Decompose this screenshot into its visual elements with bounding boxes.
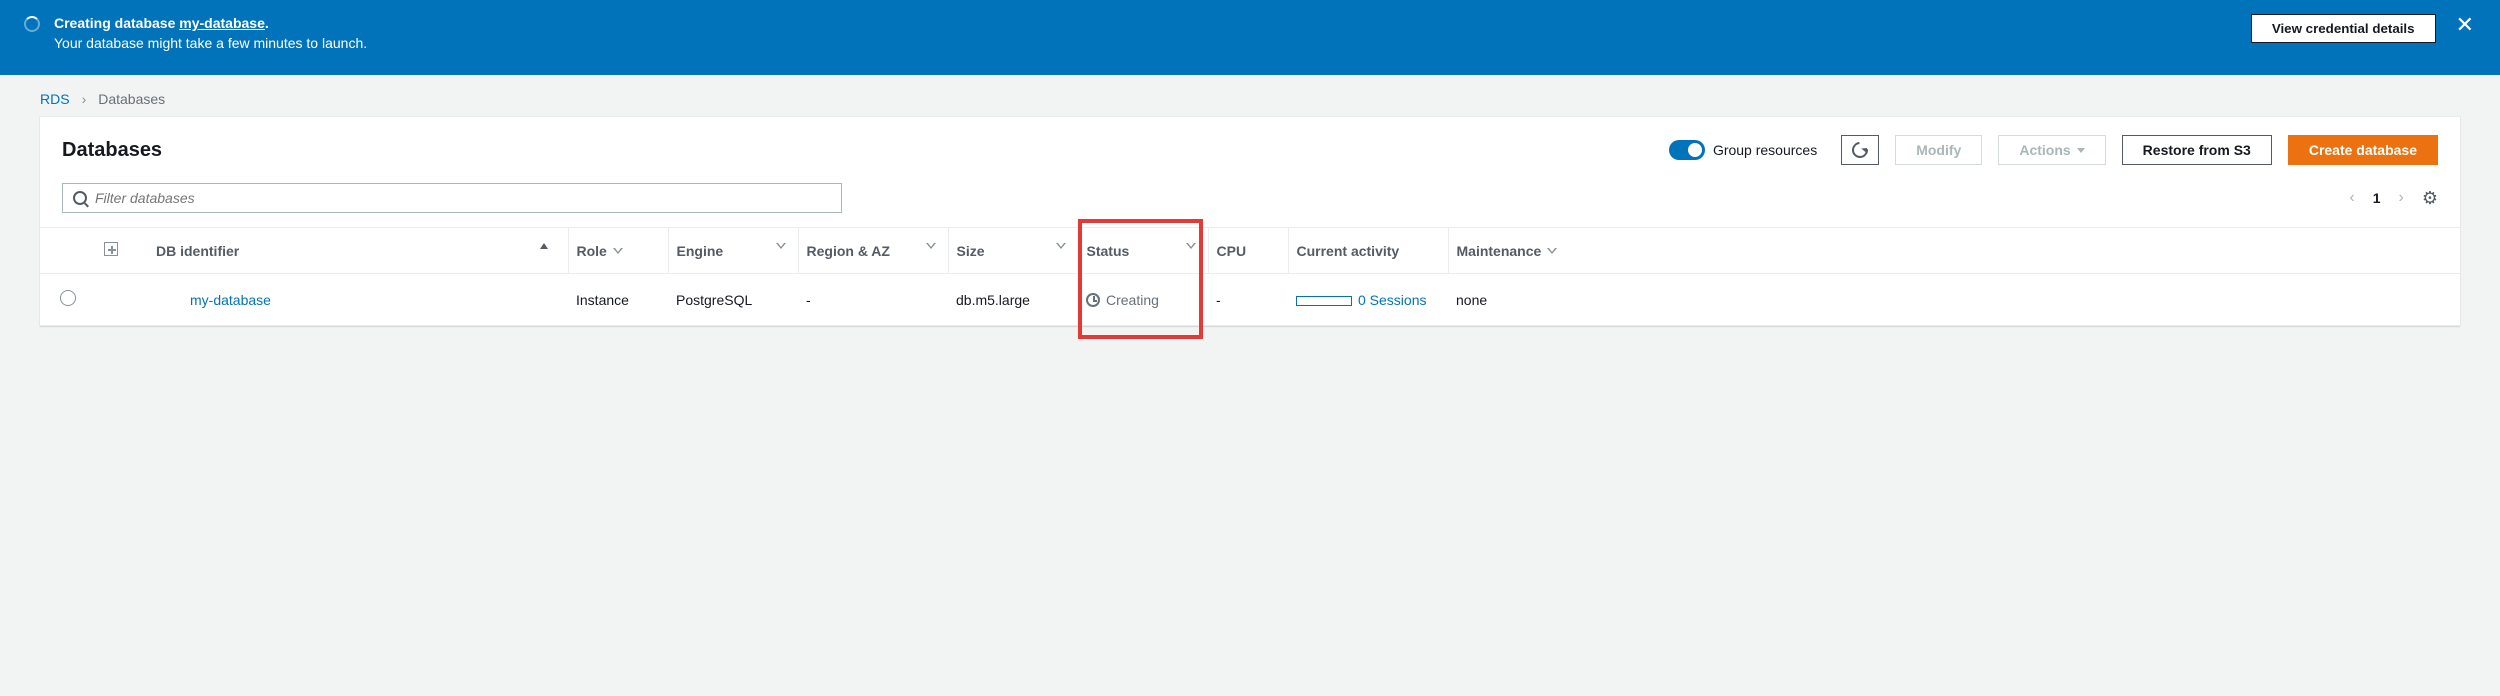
filter-row: ‹ 1 › ⚙ — [40, 173, 2460, 227]
clock-icon — [1086, 293, 1100, 307]
col-status[interactable]: Status — [1078, 228, 1208, 274]
col-engine[interactable]: Engine — [668, 228, 798, 274]
filter-input-wrapper[interactable] — [62, 183, 842, 213]
status-text: Creating — [1106, 292, 1159, 308]
pagination: ‹ 1 › ⚙ — [2345, 185, 2438, 211]
group-resources-toggle[interactable]: Group resources — [1669, 140, 1817, 160]
chevron-right-icon: › — [82, 91, 87, 107]
restore-from-s3-button[interactable]: Restore from S3 — [2122, 135, 2272, 165]
databases-panel: Databases Group resources Modify Actions… — [40, 117, 2460, 326]
expand-all-icon[interactable] — [104, 242, 118, 256]
sessions-link[interactable]: 0 Sessions — [1358, 292, 1426, 308]
db-identifier-link[interactable]: my-database — [190, 292, 271, 308]
filter-caret-icon — [776, 243, 784, 251]
toggle-switch[interactable] — [1669, 140, 1705, 160]
cell-region: - — [798, 274, 948, 326]
breadcrumb-current: Databases — [98, 91, 165, 107]
col-region[interactable]: Region & AZ — [798, 228, 948, 274]
databases-table: DB identifier Role Engine Region & AZ Si… — [40, 227, 2460, 326]
row-radio[interactable] — [60, 290, 76, 306]
col-cpu[interactable]: CPU — [1208, 228, 1288, 274]
notification-suffix: . — [265, 15, 269, 31]
notification-prefix: Creating database — [54, 15, 179, 31]
col-activity[interactable]: Current activity — [1288, 228, 1448, 274]
filter-caret-icon — [613, 248, 621, 256]
panel-header: Databases Group resources Modify Actions… — [40, 117, 2460, 173]
create-database-button[interactable]: Create database — [2288, 135, 2438, 165]
toggle-label: Group resources — [1713, 142, 1817, 158]
col-size[interactable]: Size — [948, 228, 1078, 274]
filter-caret-icon — [1186, 243, 1194, 251]
table-header-row: DB identifier Role Engine Region & AZ Si… — [40, 228, 2460, 274]
col-identifier[interactable]: DB identifier — [148, 228, 568, 274]
session-bar-icon — [1296, 296, 1352, 306]
breadcrumb: RDS › Databases — [0, 75, 2500, 117]
col-maintenance[interactable]: Maintenance — [1448, 228, 2460, 274]
prev-page-button[interactable]: ‹ — [2345, 185, 2358, 211]
actions-label: Actions — [2019, 142, 2070, 158]
next-page-button[interactable]: › — [2395, 185, 2408, 211]
breadcrumb-root[interactable]: RDS — [40, 91, 70, 107]
page-number: 1 — [2373, 190, 2381, 206]
table-row: my-database Instance PostgreSQL - db.m5.… — [40, 274, 2460, 326]
cell-size: db.m5.large — [948, 274, 1078, 326]
cell-status: Creating — [1086, 292, 1200, 308]
cell-role: Instance — [568, 274, 668, 326]
search-icon — [73, 191, 87, 205]
refresh-button[interactable] — [1841, 135, 1879, 165]
actions-button[interactable]: Actions — [1998, 135, 2105, 165]
filter-input[interactable] — [95, 190, 831, 206]
notification-db-link[interactable]: my-database — [179, 15, 265, 31]
gear-icon[interactable]: ⚙ — [2422, 188, 2438, 209]
cell-engine: PostgreSQL — [668, 274, 798, 326]
refresh-icon — [1849, 139, 1872, 162]
loading-spinner-icon — [24, 16, 40, 32]
notification-banner: Creating database my-database. Your data… — [0, 0, 2500, 75]
sort-ascending-icon — [540, 243, 548, 249]
cell-maintenance: none — [1448, 274, 2460, 326]
page-title: Databases — [62, 139, 1653, 162]
notification-message: Creating database my-database. Your data… — [54, 14, 2237, 53]
filter-caret-icon — [1547, 248, 1555, 256]
view-credentials-button[interactable]: View credential details — [2251, 14, 2436, 43]
filter-caret-icon — [1056, 243, 1064, 251]
close-icon[interactable]: ✕ — [2450, 14, 2480, 36]
notification-subtext: Your database might take a few minutes t… — [54, 34, 2237, 54]
modify-button[interactable]: Modify — [1895, 135, 1982, 165]
cell-cpu: - — [1208, 274, 1288, 326]
filter-caret-icon — [926, 243, 934, 251]
chevron-down-icon — [2077, 148, 2085, 153]
col-role[interactable]: Role — [568, 228, 668, 274]
